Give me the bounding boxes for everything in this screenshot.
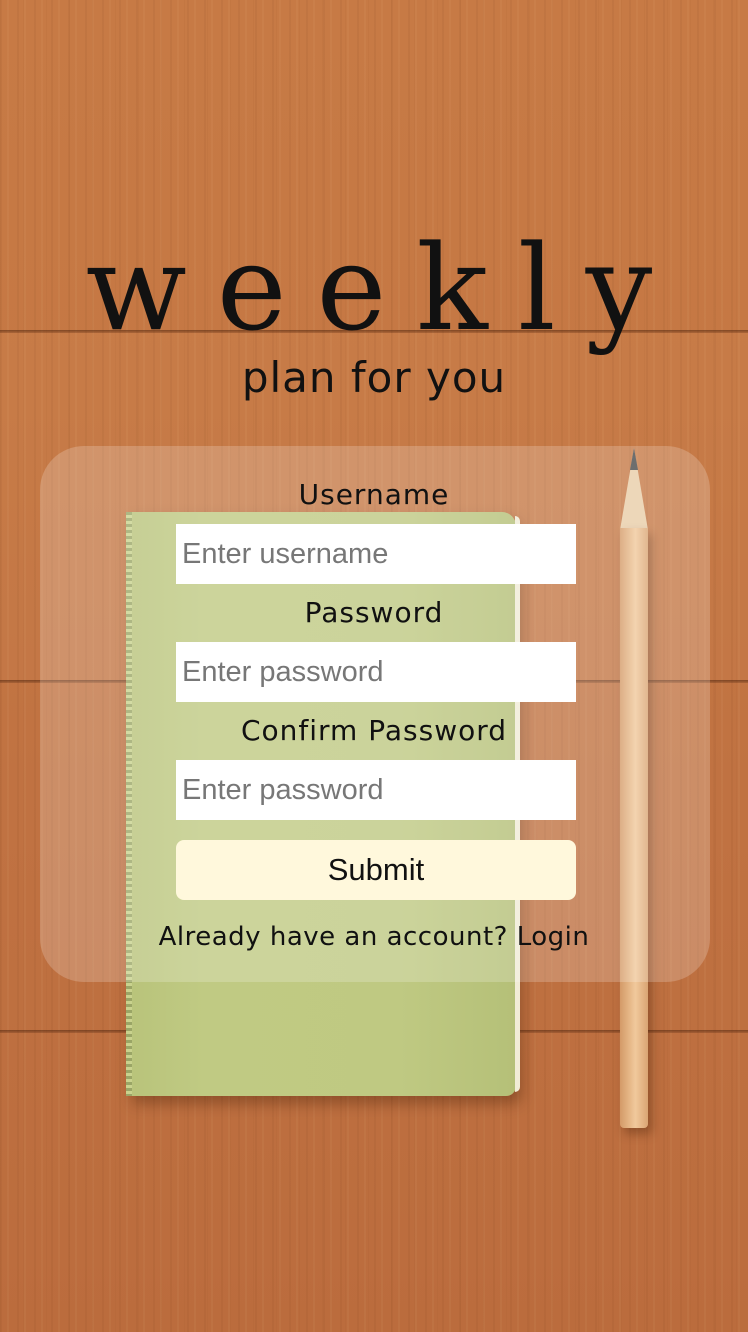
submit-button[interactable]: Submit [176,840,576,900]
account-prompt-text: Already have an account? [158,922,508,952]
confirm-password-input[interactable] [176,760,576,820]
username-label: Username [298,478,450,511]
password-input[interactable] [176,642,576,702]
username-input[interactable] [176,524,576,584]
login-link[interactable]: Login [517,922,590,952]
app-logo: weekly [85,219,683,357]
password-label: Password [304,596,444,629]
confirm-password-label: Confirm Password [240,714,508,747]
app-tagline: plan for you [241,353,507,402]
login-prompt-row: Already have an account? Login [0,917,748,957]
